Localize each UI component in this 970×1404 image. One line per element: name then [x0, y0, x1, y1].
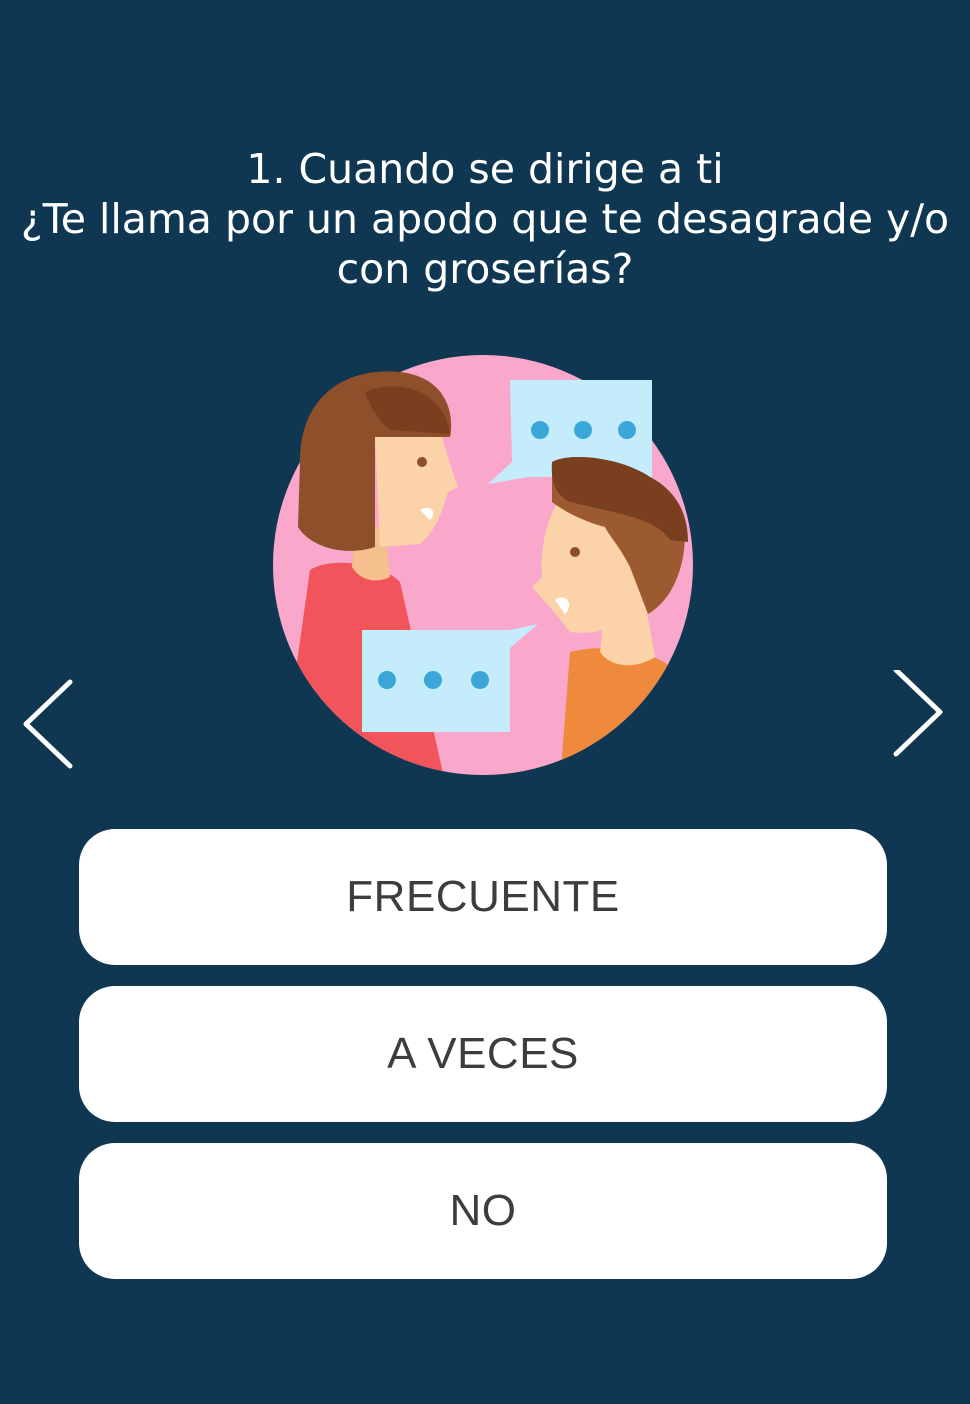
previous-question-button[interactable] [10, 670, 80, 780]
bubble-top-dot-2 [574, 421, 592, 439]
bubble-bottom-dot-2 [424, 671, 442, 689]
question-line-2: ¿Te llama por un apodo que te desagrade … [20, 195, 950, 243]
answer-a-veces-button[interactable]: A VECES [79, 986, 887, 1122]
question-line-3: con groserías? [336, 245, 634, 293]
answer-no-button[interactable]: NO [79, 1143, 887, 1279]
bubble-bottom-dot-3 [471, 671, 489, 689]
chevron-left-icon [23, 679, 73, 769]
bubble-top-dot-3 [618, 421, 636, 439]
bubble-bottom-dot-1 [378, 671, 396, 689]
woman-eye [417, 457, 427, 467]
man-eye [570, 547, 580, 557]
question-text: 1. Cuando se dirige a ti ¿Te llama por u… [0, 144, 970, 294]
question-line-1: 1. Cuando se dirige a ti [246, 145, 724, 193]
next-question-button[interactable] [882, 667, 952, 780]
bubble-top-dot-1 [531, 421, 549, 439]
man-shirt [560, 648, 690, 775]
chevron-right-icon [893, 667, 943, 757]
two-people-talking-illustration [273, 355, 693, 775]
answer-frecuente-button[interactable]: FRECUENTE [79, 829, 887, 965]
